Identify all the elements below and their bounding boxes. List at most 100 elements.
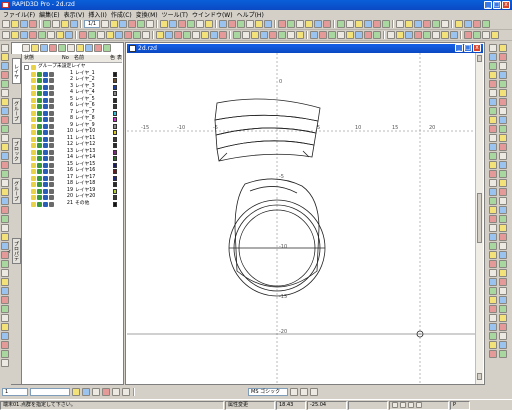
scroll-thumb[interactable] <box>477 193 482 243</box>
edit-tool-icon[interactable] <box>464 20 472 28</box>
edit-icon[interactable] <box>43 175 48 181</box>
snap-tool-icon[interactable] <box>1 215 9 223</box>
snap-tool-icon[interactable] <box>1 197 9 205</box>
modify-tool-icon[interactable] <box>499 323 507 331</box>
layer-tool-icon[interactable] <box>94 44 102 52</box>
snap-tool-icon[interactable] <box>1 260 9 268</box>
modify-tool-icon[interactable] <box>499 62 507 70</box>
snap-tool-icon[interactable] <box>1 305 9 313</box>
edit-icon[interactable] <box>43 188 48 194</box>
edit-tool-icon[interactable] <box>264 20 272 28</box>
modify-tool-icon[interactable] <box>489 251 497 259</box>
snap-tool-icon[interactable] <box>1 152 9 160</box>
tab-layer[interactable]: レイヤ <box>12 58 21 84</box>
print-icon[interactable] <box>49 195 54 200</box>
draw-tool-icon[interactable] <box>124 31 132 39</box>
draw-tool-icon[interactable] <box>432 31 440 39</box>
modify-tool-icon[interactable] <box>489 314 497 322</box>
draw-tool-icon[interactable] <box>423 31 431 39</box>
edit-tool-icon[interactable] <box>246 20 254 28</box>
print-icon[interactable] <box>49 130 54 135</box>
tab-group-2[interactable]: グループ <box>12 178 21 204</box>
lock-icon[interactable] <box>37 97 42 103</box>
draw-tool-icon[interactable] <box>20 31 28 39</box>
visible-icon[interactable] <box>31 143 36 148</box>
file-tool-icon[interactable] <box>29 20 37 28</box>
draw-tool-icon[interactable] <box>115 31 123 39</box>
draw-tool-icon[interactable] <box>441 31 449 39</box>
draw-tool-icon[interactable] <box>364 31 372 39</box>
minimize-button[interactable]: _ <box>484 1 492 9</box>
lock-icon[interactable] <box>37 91 42 96</box>
edit-tool-icon[interactable] <box>346 20 354 28</box>
file-tool-icon[interactable] <box>52 20 60 28</box>
snap-tool-icon[interactable] <box>1 134 9 142</box>
draw-tool-icon[interactable] <box>97 31 105 39</box>
modify-tool-icon[interactable] <box>489 188 497 196</box>
print-icon[interactable] <box>49 117 54 122</box>
modify-tool-icon[interactable] <box>489 197 497 205</box>
lock-icon[interactable] <box>37 84 42 90</box>
lock-icon[interactable] <box>37 195 42 200</box>
file-tool-icon[interactable] <box>70 20 78 28</box>
draw-tool-icon[interactable] <box>174 31 182 39</box>
draw-tool-icon[interactable] <box>88 31 96 39</box>
layer-color-swatch[interactable] <box>113 97 117 103</box>
print-icon[interactable] <box>49 71 54 77</box>
lock-icon[interactable] <box>37 156 42 161</box>
draw-tool-icon[interactable] <box>156 31 164 39</box>
snap-tool-icon[interactable] <box>1 314 9 322</box>
layer-color-swatch[interactable] <box>113 117 117 122</box>
draw-tool-icon[interactable] <box>319 31 327 39</box>
modify-tool-icon[interactable] <box>489 179 497 187</box>
modify-tool-icon[interactable] <box>499 71 507 79</box>
header-name[interactable]: 名前 <box>74 55 84 62</box>
visible-icon[interactable] <box>31 162 36 168</box>
edit-tool-icon[interactable] <box>287 20 295 28</box>
edit-icon[interactable] <box>43 195 48 200</box>
modify-tool-icon[interactable] <box>489 161 497 169</box>
layer-color-swatch[interactable] <box>113 104 117 109</box>
snap-tool-icon[interactable] <box>1 269 9 277</box>
modify-tool-icon[interactable] <box>489 143 497 151</box>
visible-icon[interactable] <box>31 84 36 90</box>
print-icon[interactable] <box>49 169 54 174</box>
text-icon[interactable] <box>112 388 120 396</box>
tab-property[interactable]: プロパティ <box>5 238 21 264</box>
visible-icon[interactable] <box>31 188 36 194</box>
draw-tool-icon[interactable] <box>219 31 227 39</box>
snap-tool-icon[interactable] <box>1 188 9 196</box>
draw-tool-icon[interactable] <box>56 31 64 39</box>
visible-icon[interactable] <box>31 195 36 200</box>
lock-icon[interactable] <box>37 149 42 155</box>
print-icon[interactable] <box>49 182 54 187</box>
snap-tool-icon[interactable] <box>1 323 9 331</box>
doc-close-button[interactable]: x <box>473 44 481 52</box>
layer-name[interactable]: その他 <box>75 201 89 208</box>
modify-tool-icon[interactable] <box>499 287 507 295</box>
modify-tool-icon[interactable] <box>489 269 497 277</box>
modify-tool-icon[interactable] <box>489 278 497 286</box>
snap-tool-icon[interactable] <box>1 278 9 286</box>
bold-icon[interactable] <box>290 388 298 396</box>
lock-icon[interactable] <box>37 110 42 116</box>
edit-tool-icon[interactable] <box>455 20 463 28</box>
doc-maximize-button[interactable]: □ <box>464 44 472 52</box>
modify-tool-icon[interactable] <box>499 98 507 106</box>
draw-tool-icon[interactable] <box>269 31 277 39</box>
layer-color-swatch[interactable] <box>113 195 117 200</box>
modify-tool-icon[interactable] <box>499 107 507 115</box>
modify-tool-icon[interactable] <box>499 341 507 349</box>
print-icon[interactable] <box>49 91 54 96</box>
edit-tool-icon[interactable] <box>128 20 136 28</box>
header-line[interactable]: 表 <box>117 55 122 62</box>
edit-icon[interactable] <box>43 201 48 207</box>
edit-tool-icon[interactable] <box>323 20 331 28</box>
edit-tool-icon[interactable] <box>296 20 304 28</box>
edit-tool-icon[interactable] <box>396 20 404 28</box>
visible-icon[interactable] <box>31 169 36 174</box>
edit-tool-icon[interactable] <box>228 20 236 28</box>
modify-tool-icon[interactable] <box>489 125 497 133</box>
brush-icon[interactable] <box>82 388 90 396</box>
print-icon[interactable] <box>49 123 54 129</box>
